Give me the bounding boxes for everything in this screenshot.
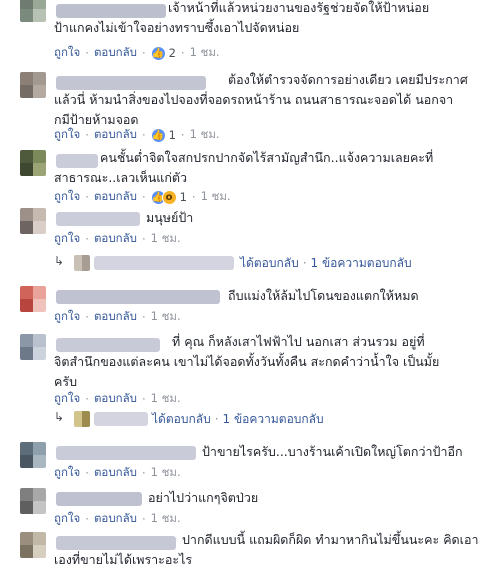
- avatar[interactable]: [20, 208, 46, 234]
- avatar[interactable]: [20, 532, 46, 558]
- reply-arrow-icon: ↳: [54, 410, 65, 424]
- separator: ·: [141, 392, 146, 406]
- separator: ·: [180, 46, 185, 60]
- reply-summary-text[interactable]: ได้ตอบกลับ · 1 ข้อความตอบกลับ: [152, 410, 324, 428]
- comment-text: มนุษย์ป้า: [146, 210, 194, 225]
- separator: ·: [141, 190, 146, 204]
- reply-link[interactable]: ตอบกลับ: [94, 44, 137, 62]
- reaction-count: 1: [179, 190, 187, 204]
- comment: เจ้าหน้าที่แล้วหน่วยงานของรัฐช่วยจัดให้ป…: [0, 0, 480, 61]
- separator: ·: [302, 256, 307, 270]
- separator: ·: [141, 232, 146, 246]
- like-link[interactable]: ถูกใจ: [54, 510, 80, 528]
- reaction-summary[interactable]: 👍 o 1: [150, 189, 187, 205]
- timestamp[interactable]: 1 ชม.: [201, 188, 231, 206]
- separator: ·: [141, 46, 146, 60]
- comment-actions: ถูกใจ · ตอบกลับ · 1 ชม.: [54, 510, 181, 528]
- comment-text: คนชั้นต่ำจิตใจสกปรกปากจัดไร้สามัญสำนึก..…: [54, 150, 434, 185]
- reaction-count: 1: [168, 128, 176, 142]
- comment-feed: เจ้าหน้าที่แล้วหน่วยงานของรัฐช่วยจัดให้ป…: [0, 0, 480, 572]
- separator: ·: [85, 466, 89, 480]
- reply-link[interactable]: ตอบกลับ: [94, 188, 137, 206]
- like-link[interactable]: ถูกใจ: [54, 464, 80, 482]
- avatar[interactable]: [20, 442, 46, 468]
- avatar[interactable]: [20, 488, 46, 514]
- separator: ·: [85, 392, 89, 406]
- separator: ·: [85, 310, 89, 324]
- reply-link[interactable]: ตอบกลับ: [94, 230, 137, 248]
- reaction-count: 2: [168, 46, 176, 60]
- timestamp[interactable]: 1 ชม.: [190, 44, 220, 62]
- comment-text: ปากดีแบบนี้ แถมผิดก็ผิด ทำมาหากินไม่ขึ้น…: [54, 532, 479, 567]
- separator: ·: [180, 128, 185, 142]
- separator: ·: [214, 412, 219, 426]
- timestamp[interactable]: 1 ชม.: [151, 510, 181, 528]
- separator: ·: [141, 466, 146, 480]
- comment-actions: ถูกใจ · ตอบกลับ · 1 ชม.: [54, 390, 181, 408]
- comment-actions: ถูกใจ · ตอบกลับ · 1 ชม.: [54, 464, 181, 482]
- reply-link[interactable]: ตอบกลับ: [94, 126, 137, 144]
- separator: ·: [85, 46, 89, 60]
- separator: ·: [85, 512, 89, 526]
- replier-name: [94, 256, 234, 270]
- comment-actions: ถูกใจ · ตอบกลับ · 1 ชม.: [54, 230, 181, 248]
- like-link[interactable]: ถูกใจ: [54, 230, 80, 248]
- reply-link[interactable]: ตอบกลับ: [94, 390, 137, 408]
- avatar[interactable]: [20, 150, 46, 176]
- comment-actions: ถูกใจ · ตอบกลับ · 👍 2 · 1 ชม.: [54, 44, 220, 62]
- separator: ·: [85, 232, 89, 246]
- comment-text: ต้องให้ตำรวจจัดการอย่างเดียว เคยมีประกาศ…: [54, 72, 468, 127]
- like-link[interactable]: ถูกใจ: [54, 44, 80, 62]
- comment-text: เจ้าหน้าที่แล้วหน่วยงานของรัฐช่วยจัดให้ป…: [54, 0, 430, 35]
- like-link[interactable]: ถูกใจ: [54, 188, 80, 206]
- like-link[interactable]: ถูกใจ: [54, 126, 80, 144]
- reply-link[interactable]: ตอบกลับ: [94, 308, 137, 326]
- avatar[interactable]: [20, 334, 46, 360]
- replied-label: ได้ตอบกลับ: [240, 256, 299, 270]
- like-link[interactable]: ถูกใจ: [54, 390, 80, 408]
- reply-link[interactable]: ตอบกลับ: [94, 464, 137, 482]
- separator: ·: [191, 190, 196, 204]
- comment-text: อย่าไปว่าแกๆจิตป่วย: [148, 490, 259, 505]
- timestamp[interactable]: 1 ชม.: [151, 390, 181, 408]
- reply-summary[interactable]: ↳ ได้ตอบกลับ · 1 ข้อความตอบกลับ: [0, 252, 480, 274]
- comment-text: ป้าขายไรครับ...บางร้านเค้าเปิดใหญ่โตกว่า…: [202, 444, 463, 459]
- reply-count: 1 ข้อความตอบกลับ: [310, 256, 412, 270]
- comment-actions: ถูกใจ · ตอบกลับ · 1 ชม.: [54, 308, 181, 326]
- avatar[interactable]: [20, 72, 46, 98]
- timestamp[interactable]: 1 ชม.: [151, 230, 181, 248]
- reaction-summary[interactable]: 👍 2: [150, 45, 176, 61]
- timestamp[interactable]: 1 ชม.: [151, 464, 181, 482]
- reply-arrow-icon: ↳: [54, 254, 65, 268]
- comment-actions: ถูกใจ · ตอบกลับ · 👍 1 · 1 ชม.: [54, 126, 220, 144]
- reply-summary[interactable]: ↳ ได้ตอบกลับ · 1 ข้อความตอบกลับ: [0, 408, 480, 430]
- thumbs-up-icon: 👍: [150, 127, 166, 143]
- avatar[interactable]: [20, 286, 46, 312]
- separator: ·: [85, 190, 89, 204]
- comment-actions: ถูกใจ · ตอบกลับ · 👍 o 1 · 1 ชม.: [54, 188, 231, 206]
- timestamp[interactable]: 1 ชม.: [151, 308, 181, 326]
- wow-face-icon: o: [161, 189, 177, 205]
- avatar[interactable]: [20, 0, 46, 22]
- reaction-summary[interactable]: 👍 1: [150, 127, 176, 143]
- comment-text: ถีบแม่งให้ล้มไปโดนของแตกให้หมด: [228, 288, 419, 303]
- separator: ·: [141, 512, 146, 526]
- timestamp[interactable]: 1 ชม.: [190, 126, 220, 144]
- like-link[interactable]: ถูกใจ: [54, 308, 80, 326]
- comment-text: ที่ คุณ ก็หลังเสาไฟฟ้าไป นอกเสา ส่วนรวม …: [54, 334, 440, 389]
- reply-link[interactable]: ตอบกลับ: [94, 510, 137, 528]
- separator: ·: [141, 128, 146, 142]
- reply-summary-text[interactable]: ได้ตอบกลับ · 1 ข้อความตอบกลับ: [240, 254, 412, 272]
- avatar: [74, 411, 90, 427]
- reply-count: 1 ข้อความตอบกลับ: [222, 412, 324, 426]
- separator: ·: [85, 128, 89, 142]
- replier-name: [94, 412, 148, 426]
- separator: ·: [141, 310, 146, 324]
- replied-label: ได้ตอบกลับ: [152, 412, 211, 426]
- avatar: [74, 255, 90, 271]
- thumbs-up-icon: 👍: [150, 45, 166, 61]
